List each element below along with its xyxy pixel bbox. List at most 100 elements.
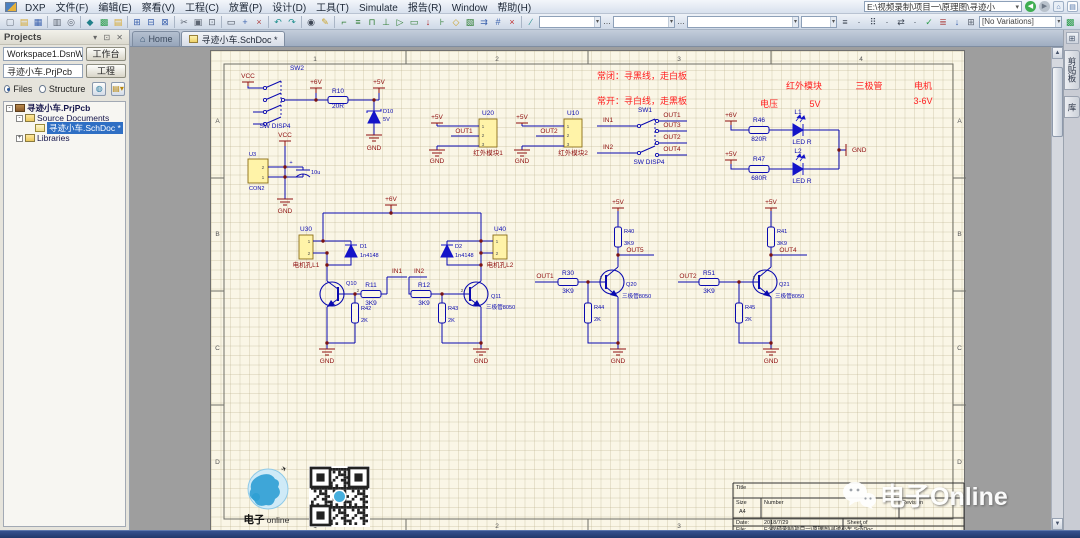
delete-icon[interactable]: × (505, 15, 519, 28)
schematic-canvas[interactable]: 11223344AABBCCDD (130, 47, 1051, 530)
clear-filter-icon[interactable]: × (252, 15, 266, 28)
zoom-area-icon[interactable]: ⊟ (144, 15, 158, 28)
align-menu-icon[interactable]: ≡ (838, 15, 852, 28)
navigate-forward-button[interactable]: ▶ (1039, 1, 1050, 12)
place-probe-icon[interactable]: ⊦ (435, 15, 449, 28)
place-directive-icon[interactable]: ◇ (449, 15, 463, 28)
collapse-icon[interactable]: - (6, 105, 13, 112)
scrollbar-thumb[interactable] (1052, 67, 1063, 137)
home-button[interactable]: ⌂ (1053, 1, 1064, 12)
print-icon[interactable]: ▥ (50, 15, 64, 28)
new-page-button[interactable]: ▤ (1067, 1, 1078, 12)
dots-3-icon[interactable]: · (908, 15, 922, 28)
redo-icon[interactable]: ↷ (285, 15, 299, 28)
new-document-icon[interactable]: ▢ (3, 15, 17, 28)
move-down-icon[interactable]: ↓ (950, 15, 964, 28)
variant-manager-icon[interactable]: ▩ (1063, 15, 1077, 28)
layer-stack-icon[interactable]: ≣ (936, 15, 950, 28)
place-text-icon[interactable]: ▧ (463, 15, 477, 28)
menu-item-Simulate[interactable]: Simulate (354, 3, 403, 14)
open-folder-icon[interactable]: ▤ (111, 15, 125, 28)
scroll-down-button[interactable]: ▼ (1052, 518, 1063, 530)
distribute-menu-icon[interactable]: ⠿ (866, 15, 880, 28)
tree-item-寻迹小车.schdoc-[interactable]: 寻迹小车.SchDoc * (4, 123, 125, 133)
tab-home[interactable]: ⌂ Home (132, 31, 180, 46)
browse-button[interactable]: … (677, 17, 685, 26)
edit-properties-icon[interactable]: ✎ (318, 15, 332, 28)
copy-icon[interactable]: ▣ (191, 15, 205, 28)
browse-button[interactable]: … (603, 17, 611, 26)
menu-item-工具T[interactable]: 工具(T) (311, 3, 354, 14)
cross-probe-icon[interactable]: # (491, 15, 505, 28)
menu-item-放置P[interactable]: 放置(P) (224, 3, 267, 14)
tree-item-libraries[interactable]: +Libraries (4, 133, 125, 143)
open-document-icon[interactable]: ▤ (17, 15, 31, 28)
schematic-label: 2K (594, 317, 601, 323)
find-text-select[interactable]: ▾ (539, 16, 601, 28)
tab-schdoc[interactable]: 寻迹小车.SchDoc * (181, 31, 285, 46)
project-select[interactable]: 寻迹小车.PrjPcb (3, 64, 83, 78)
save-all-icon[interactable]: ▩ (97, 15, 111, 28)
expand-icon[interactable]: + (16, 135, 23, 142)
zoom-fit-document-icon[interactable]: ⊞ (130, 15, 144, 28)
right-panel-tab-剪贴板[interactable]: 剪贴板 (1064, 50, 1080, 90)
select-area-icon[interactable]: ▭ (224, 15, 238, 28)
draw-line-icon[interactable]: ∕ (524, 15, 538, 28)
menu-item-文件F[interactable]: 文件(F) (51, 3, 94, 14)
schematic-sheet[interactable]: 11223344AABBCCDD (210, 50, 965, 530)
check-marks-icon[interactable]: ✓ (922, 15, 936, 28)
menu-item-报告R[interactable]: 报告(R) (403, 3, 447, 14)
grid-settings-icon[interactable]: ⊞ (964, 15, 978, 28)
menu-item-编辑E[interactable]: 编辑(E) (93, 3, 136, 14)
schematic-label: +5V (725, 151, 737, 158)
project-button[interactable]: 工程 (86, 64, 126, 78)
place-part-icon[interactable]: ⊓ (365, 15, 379, 28)
scroll-up-button[interactable]: ▲ (1052, 47, 1063, 59)
tree-item-project[interactable]: -寻迹小车.PrjPcb (4, 103, 125, 113)
place-net-label-icon[interactable]: ⊥ (379, 15, 393, 28)
zoom-selected-icon[interactable]: ⊠ (158, 15, 172, 28)
workspace-select[interactable]: Workspace1.DsnWrk▾ (3, 47, 83, 61)
scrollbar-track[interactable] (1052, 59, 1063, 518)
panel-folder-button[interactable]: ▤▾ (111, 82, 125, 96)
vertical-scrollbar[interactable]: ▲ ▼ (1051, 47, 1063, 530)
place-power-port-icon[interactable]: ↓ (421, 15, 435, 28)
variations-select[interactable]: [No Variations]▾ (979, 16, 1062, 28)
place-port-icon[interactable]: ▷ (393, 15, 407, 28)
menu-item-工程C[interactable]: 工程(C) (180, 3, 224, 14)
collapse-icon[interactable]: - (16, 115, 23, 122)
place-bus-icon[interactable]: ≡ (351, 15, 365, 28)
structure-radio[interactable] (39, 85, 45, 93)
zone-label: C (957, 345, 962, 352)
menu-item-设计D[interactable]: 设计(D) (267, 3, 311, 14)
files-radio[interactable] (4, 85, 10, 93)
arrange-menu-icon[interactable]: ⇄ (894, 15, 908, 28)
dots-1-icon[interactable]: · (852, 15, 866, 28)
open-project-icon[interactable]: ◆ (83, 15, 97, 28)
place-wire-icon[interactable]: ⌐ (337, 15, 351, 28)
menu-item-察看V[interactable]: 察看(V) (137, 3, 180, 14)
navigate-back-button[interactable]: ◀ (1025, 1, 1036, 12)
place-sheet-symbol-icon[interactable]: ▭ (407, 15, 421, 28)
dots-2-icon[interactable]: · (880, 15, 894, 28)
grid-select[interactable]: ▾ (801, 16, 837, 28)
move-selection-icon[interactable]: + (238, 15, 252, 28)
document-path-dropdown[interactable]: E:\视频录制\项目一\原理图\寻迹小 ▾ (864, 1, 1022, 12)
compile-icon[interactable]: ⇉ (477, 15, 491, 28)
find-similar-icon[interactable]: ◉ (304, 15, 318, 28)
menu-item-DXP[interactable]: DXP (20, 3, 51, 14)
workspace-button[interactable]: 工作台 (86, 47, 126, 61)
print-preview-icon[interactable]: ◎ (64, 15, 78, 28)
save-document-icon[interactable]: ▦ (31, 15, 45, 28)
panel-dock-icon[interactable]: ⊞ (1066, 32, 1079, 44)
scope-select[interactable]: ▾ (687, 16, 799, 28)
undo-icon[interactable]: ↶ (271, 15, 285, 28)
menu-item-Window[interactable]: Window (447, 3, 493, 14)
mask-level-select[interactable]: ▾ (613, 16, 675, 28)
cut-icon[interactable]: ✂ (177, 15, 191, 28)
paste-icon[interactable]: ⊡ (205, 15, 219, 28)
menu-item-帮助H[interactable]: 帮助(H) (492, 3, 536, 14)
panel-header-icons[interactable]: ▾ ⊡ ✕ (93, 33, 125, 42)
right-panel-tab-库[interactable]: 库 (1064, 96, 1080, 119)
panel-layers-button[interactable]: ◍ (92, 82, 106, 96)
